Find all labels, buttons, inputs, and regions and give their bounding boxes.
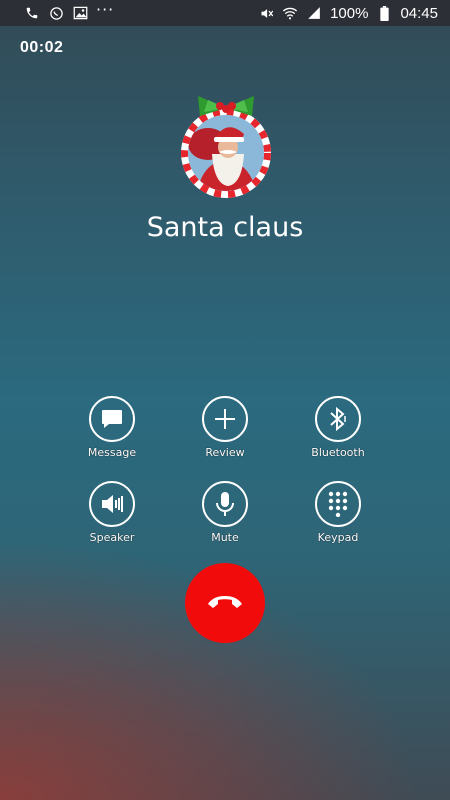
mute-label: Mute [211, 531, 239, 544]
mute-button[interactable]: Mute [180, 481, 270, 544]
keypad-label: Keypad [317, 531, 359, 544]
message-icon[interactable] [89, 396, 135, 442]
message-button[interactable]: Message [67, 396, 157, 459]
end-call-icon [205, 591, 245, 615]
bluetooth-icon[interactable] [315, 396, 361, 442]
review-button[interactable]: Review [180, 396, 270, 459]
speaker-button[interactable]: Speaker [67, 481, 157, 544]
plus-icon[interactable] [202, 396, 248, 442]
microphone-icon[interactable] [202, 481, 248, 527]
speaker-icon[interactable] [89, 481, 135, 527]
review-label: Review [205, 446, 245, 459]
message-label: Message [87, 446, 137, 459]
end-call-button[interactable] [185, 563, 265, 643]
keypad-icon[interactable] [315, 481, 361, 527]
speaker-label: Speaker [89, 531, 135, 544]
call-actions: Message Review Bluetooth Speaker Mute Ke… [0, 0, 450, 800]
bluetooth-button[interactable]: Bluetooth [293, 396, 383, 459]
bluetooth-label: Bluetooth [311, 446, 365, 459]
keypad-button[interactable]: Keypad [293, 481, 383, 544]
